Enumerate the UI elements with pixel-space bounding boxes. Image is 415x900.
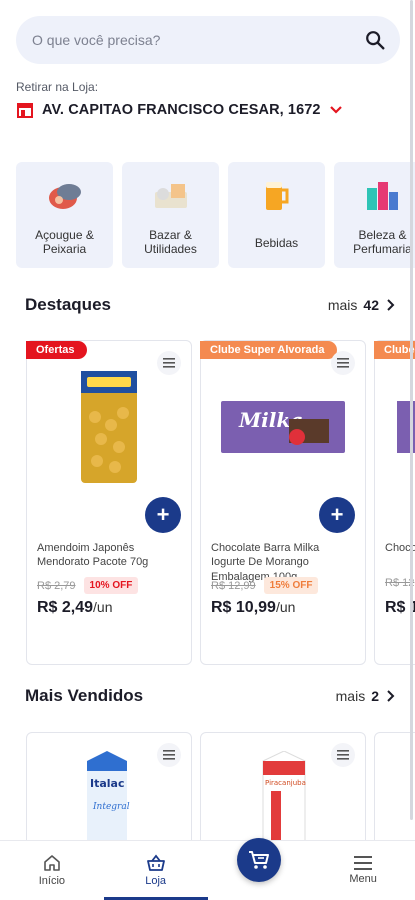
price-value: R$ 10,99 [211, 599, 276, 616]
more-count: 2 [371, 688, 379, 704]
store-icon [17, 103, 33, 118]
section-title: Mais Vendidos [25, 686, 144, 705]
best-sellers-carousel[interactable]: Italac Integral Piracanjuba [26, 732, 415, 842]
search-input[interactable] [32, 32, 364, 48]
nav-store[interactable]: Loja [103, 841, 208, 900]
search-bar[interactable] [16, 16, 400, 64]
product-card[interactable]: Clube Super Alvorada Milka + Chocolate B… [200, 340, 366, 665]
beauty-icon [363, 176, 403, 216]
chevron-right-icon [387, 690, 395, 702]
more-label: mais [335, 688, 366, 704]
nav-home[interactable]: Início [0, 841, 104, 900]
product-card[interactable]: Clube Choco 92g R$ 12 R$ 1 [374, 340, 415, 665]
search-icon[interactable] [364, 29, 386, 51]
old-price: R$ 12,99 [211, 579, 256, 592]
price-unit: /un [275, 599, 296, 615]
home-icon [44, 855, 60, 871]
store-name: AV. CAPITAO FRANCISCO CESAR, 1672 [42, 102, 321, 118]
highlights-header: Destaques mais 42 [25, 295, 395, 315]
price-value: R$ 2,49 [37, 599, 94, 616]
highlights-carousel[interactable]: Ofertas + Amendoim Japonês Mendorato Pac… [26, 340, 415, 665]
add-to-cart-button[interactable]: + [319, 497, 355, 533]
nav-menu[interactable]: Menu [311, 841, 415, 900]
scrollbar[interactable] [410, 0, 413, 820]
product-price: R$ 10,99/un [211, 599, 295, 617]
bottom-navigation: Início Loja Menu [0, 840, 415, 900]
beer-icon [257, 176, 297, 216]
basket-icon [146, 854, 165, 871]
old-price: R$ 2,79 [37, 579, 76, 592]
category-label: Bebidas [254, 236, 299, 250]
category-label: Beleza & Perfumaria [353, 228, 412, 257]
category-acougue[interactable]: Açougue & Peixaria [16, 162, 113, 268]
pickup-label: Retirar na Loja: [16, 80, 99, 94]
product-image: Italac Integral [81, 751, 133, 842]
meat-icon [45, 176, 85, 216]
product-name: Amendoim Japonês Mendorato Pacote 70g [37, 542, 149, 569]
category-label: Açougue & Peixaria [35, 228, 94, 257]
nav-label: Menu [349, 873, 377, 885]
svg-text:Italac: Italac [90, 777, 125, 790]
discount-badge: 10% OFF [83, 577, 139, 594]
product-image: Milka [201, 357, 365, 497]
product-card[interactable] [374, 732, 415, 842]
cart-button[interactable] [237, 838, 281, 882]
more-label: mais [327, 297, 358, 313]
cart-icon [249, 851, 269, 869]
nav-label: Loja [145, 875, 167, 887]
list-icon[interactable] [331, 743, 355, 767]
chevron-right-icon [387, 299, 395, 311]
product-image: Piracanjuba [259, 750, 309, 842]
old-price-row: R$ 2,79 10% OFF [37, 577, 139, 594]
product-card[interactable]: Piracanjuba [200, 732, 366, 842]
section-title: Destaques [25, 295, 111, 314]
discount-badge: 15% OFF [263, 577, 319, 594]
chevron-down-icon[interactable] [329, 105, 343, 115]
price-unit: /un [93, 599, 113, 615]
product-card[interactable]: Italac Integral [26, 732, 192, 842]
old-price-row: R$ 12,99 15% OFF [211, 577, 319, 594]
nav-label: Início [38, 875, 66, 887]
category-beleza[interactable]: Beleza & Perfumaria [334, 162, 415, 268]
product-image [27, 357, 191, 497]
bazaar-icon [151, 176, 191, 216]
more-count: 42 [363, 297, 379, 313]
svg-text:Piracanjuba: Piracanjuba [265, 779, 306, 787]
product-image [375, 357, 415, 497]
category-bebidas[interactable]: Bebidas [228, 162, 325, 268]
category-bazar[interactable]: Bazar & Utilidades [122, 162, 219, 268]
add-to-cart-button[interactable]: + [145, 497, 181, 533]
menu-icon [354, 856, 373, 870]
category-carousel[interactable]: Açougue & Peixaria Bazar & Utilidades Be… [16, 162, 415, 268]
see-more-link[interactable]: mais 42 [328, 297, 395, 313]
store-selector[interactable]: AV. CAPITAO FRANCISCO CESAR, 1672 [16, 102, 343, 118]
best-sellers-header: Mais Vendidos mais 2 [25, 686, 395, 706]
product-card[interactable]: Ofertas + Amendoim Japonês Mendorato Pac… [26, 340, 192, 665]
list-icon[interactable] [157, 743, 181, 767]
category-label: Bazar & Utilidades [144, 228, 197, 257]
product-price: R$ 2,49/un [37, 599, 113, 617]
see-more-link[interactable]: mais 2 [336, 688, 395, 704]
svg-text:Integral: Integral [92, 802, 130, 812]
